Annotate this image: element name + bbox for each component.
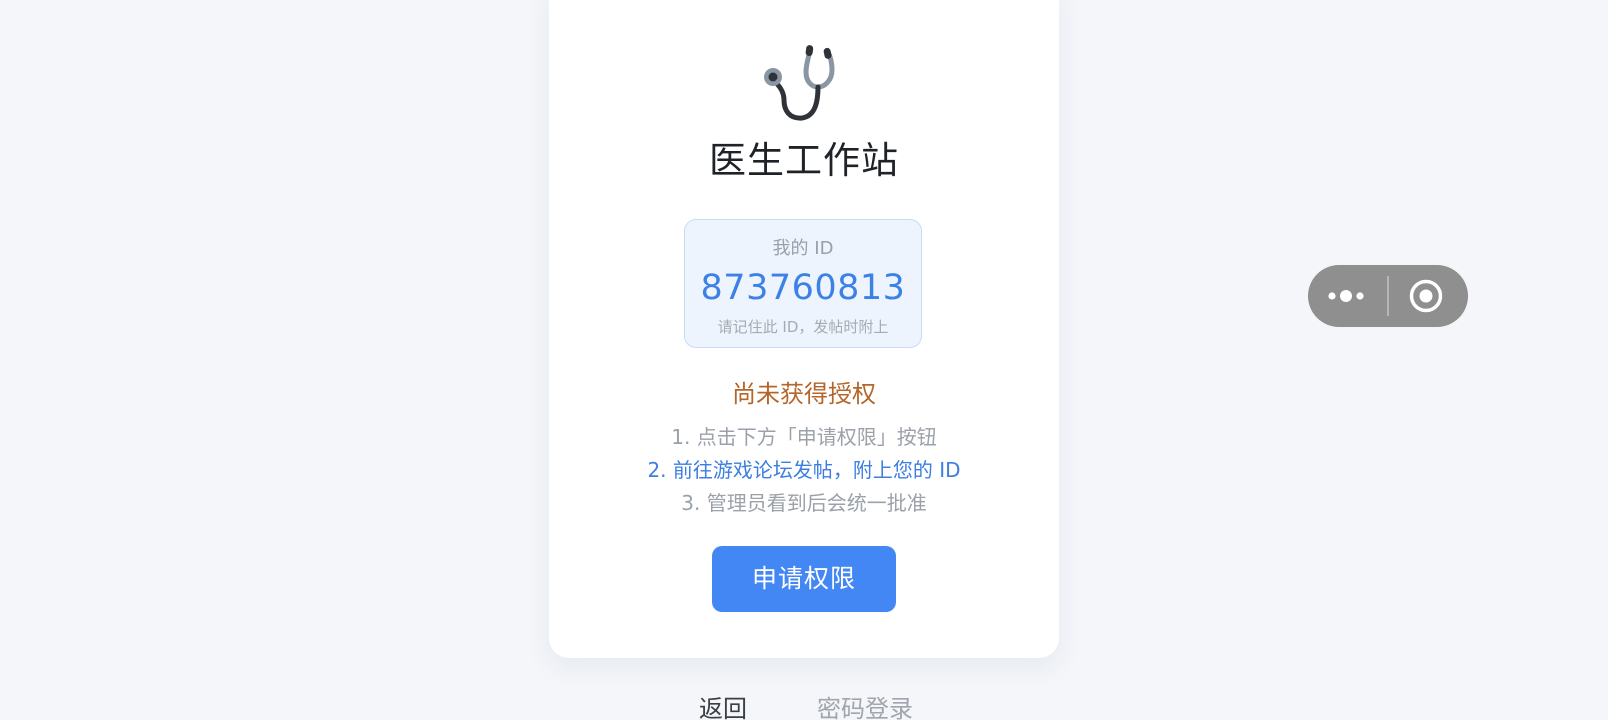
stethoscope-icon bbox=[764, 45, 835, 121]
page-title: 医生工作站 bbox=[709, 139, 899, 182]
auth-card: 医生工作站 我的 ID 873760813 请记住此 ID，发帖时附上 尚未获得… bbox=[549, 0, 1059, 658]
page: 医生工作站 我的 ID 873760813 请记住此 ID，发帖时附上 尚未获得… bbox=[0, 0, 1608, 720]
instruction-step-2: 2. 前往游戏论坛发帖，附上您的 ID bbox=[647, 458, 961, 482]
password-login-link[interactable]: 密码登录 bbox=[817, 689, 913, 720]
back-link[interactable]: 返回 bbox=[699, 689, 747, 720]
miniprogram-capsule bbox=[1308, 265, 1468, 327]
instruction-step-1: 1. 点击下方「申请权限」按钮 bbox=[671, 425, 937, 449]
more-button[interactable] bbox=[1308, 265, 1387, 327]
close-miniprogram-button[interactable] bbox=[1389, 265, 1468, 327]
authorization-status: 尚未获得授权 bbox=[732, 380, 876, 408]
id-label: 我的 ID bbox=[772, 238, 834, 259]
instruction-step-3: 3. 管理员看到后会统一批准 bbox=[681, 491, 927, 515]
apply-permission-button[interactable]: 申请权限 bbox=[712, 546, 896, 612]
id-hint: 请记住此 ID，发帖时附上 bbox=[717, 318, 889, 336]
id-value: 873760813 bbox=[700, 268, 906, 308]
target-circle-icon bbox=[1409, 279, 1443, 313]
more-dots-icon bbox=[1328, 290, 1364, 302]
id-card: 我的 ID 873760813 请记住此 ID，发帖时附上 bbox=[684, 219, 922, 348]
